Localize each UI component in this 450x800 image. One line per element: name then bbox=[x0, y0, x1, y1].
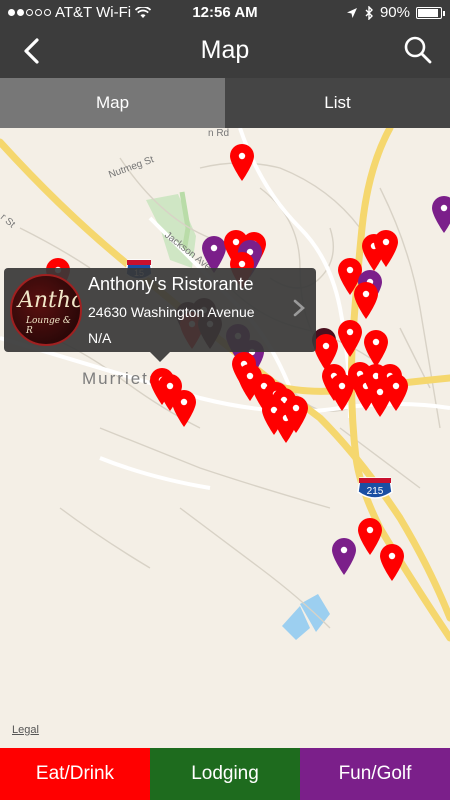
page-title: Map bbox=[200, 36, 250, 64]
chevron-right-icon[interactable] bbox=[292, 298, 306, 318]
map-pin-icon[interactable] bbox=[430, 194, 450, 234]
nav-bar: Map bbox=[0, 26, 450, 78]
view-tabs: Map List bbox=[0, 78, 450, 128]
battery-icon bbox=[416, 6, 445, 19]
category-lodging[interactable]: Lodging bbox=[150, 748, 300, 800]
map-pin-icon[interactable] bbox=[336, 318, 364, 358]
top-bar: AT&T Wi-Fi 12:56 AM 90% Map bbox=[0, 0, 450, 78]
place-logo-text: Antho bbox=[18, 288, 82, 313]
place-callout[interactable]: Antho Lounge & R Anthony's Ristorante 24… bbox=[4, 268, 316, 362]
map-base: 15 215 Nutmeg St Jackson Ave n Rd r St M… bbox=[0, 128, 450, 642]
shield-215-label: 215 bbox=[367, 486, 384, 497]
tab-list-label: List bbox=[324, 93, 351, 112]
place-logo-subtext: Lounge & R bbox=[26, 316, 71, 336]
map-pin-icon[interactable] bbox=[330, 536, 358, 576]
place-thumbnail: Antho Lounge & R bbox=[10, 274, 82, 346]
search-icon[interactable] bbox=[402, 34, 434, 66]
street-label-rd: n Rd bbox=[208, 128, 229, 139]
bluetooth-icon bbox=[365, 5, 373, 20]
battery-fill bbox=[418, 8, 438, 17]
place-address: 24630 Washington Avenue bbox=[88, 304, 255, 320]
map-pin-icon[interactable] bbox=[228, 142, 256, 182]
legal-link[interactable]: Legal bbox=[12, 724, 39, 736]
location-arrow-icon bbox=[346, 7, 357, 18]
map-pin-icon[interactable] bbox=[372, 228, 400, 268]
battery-percent: 90% bbox=[379, 4, 410, 21]
street-label-st: r St bbox=[0, 212, 17, 231]
map-pin-icon[interactable] bbox=[282, 394, 310, 434]
place-name: Anthony's Ristorante bbox=[88, 274, 254, 294]
tab-map-label: Map bbox=[95, 93, 130, 112]
map-pin-icon[interactable] bbox=[352, 280, 380, 320]
category-fun-golf[interactable]: Fun/Golf bbox=[300, 748, 450, 800]
category-lodging-label: Lodging bbox=[191, 763, 259, 784]
map-pin-icon[interactable] bbox=[378, 542, 406, 582]
map-pin-icon[interactable] bbox=[382, 372, 410, 412]
category-fun-golf-label: Fun/Golf bbox=[338, 763, 412, 784]
category-eat-drink-label: Eat/Drink bbox=[35, 763, 115, 784]
map-pin-icon[interactable] bbox=[170, 388, 198, 428]
map-view[interactable]: 15 215 Nutmeg St Jackson Ave n Rd r St M… bbox=[0, 128, 450, 748]
place-phone: N/A bbox=[88, 330, 112, 346]
status-right: 90% bbox=[346, 4, 445, 21]
status-bar: AT&T Wi-Fi 12:56 AM 90% bbox=[0, 0, 450, 26]
app-root: AT&T Wi-Fi 12:56 AM 90% Map Map List 215… bbox=[0, 0, 450, 800]
category-eat-drink[interactable]: Eat/Drink bbox=[0, 748, 150, 800]
tab-map[interactable]: Map bbox=[0, 78, 225, 128]
tab-list[interactable]: List bbox=[225, 78, 450, 128]
street-label-nutmeg: Nutmeg St bbox=[107, 154, 155, 181]
category-bar: Eat/Drink Lodging Fun/Golf bbox=[0, 748, 450, 800]
